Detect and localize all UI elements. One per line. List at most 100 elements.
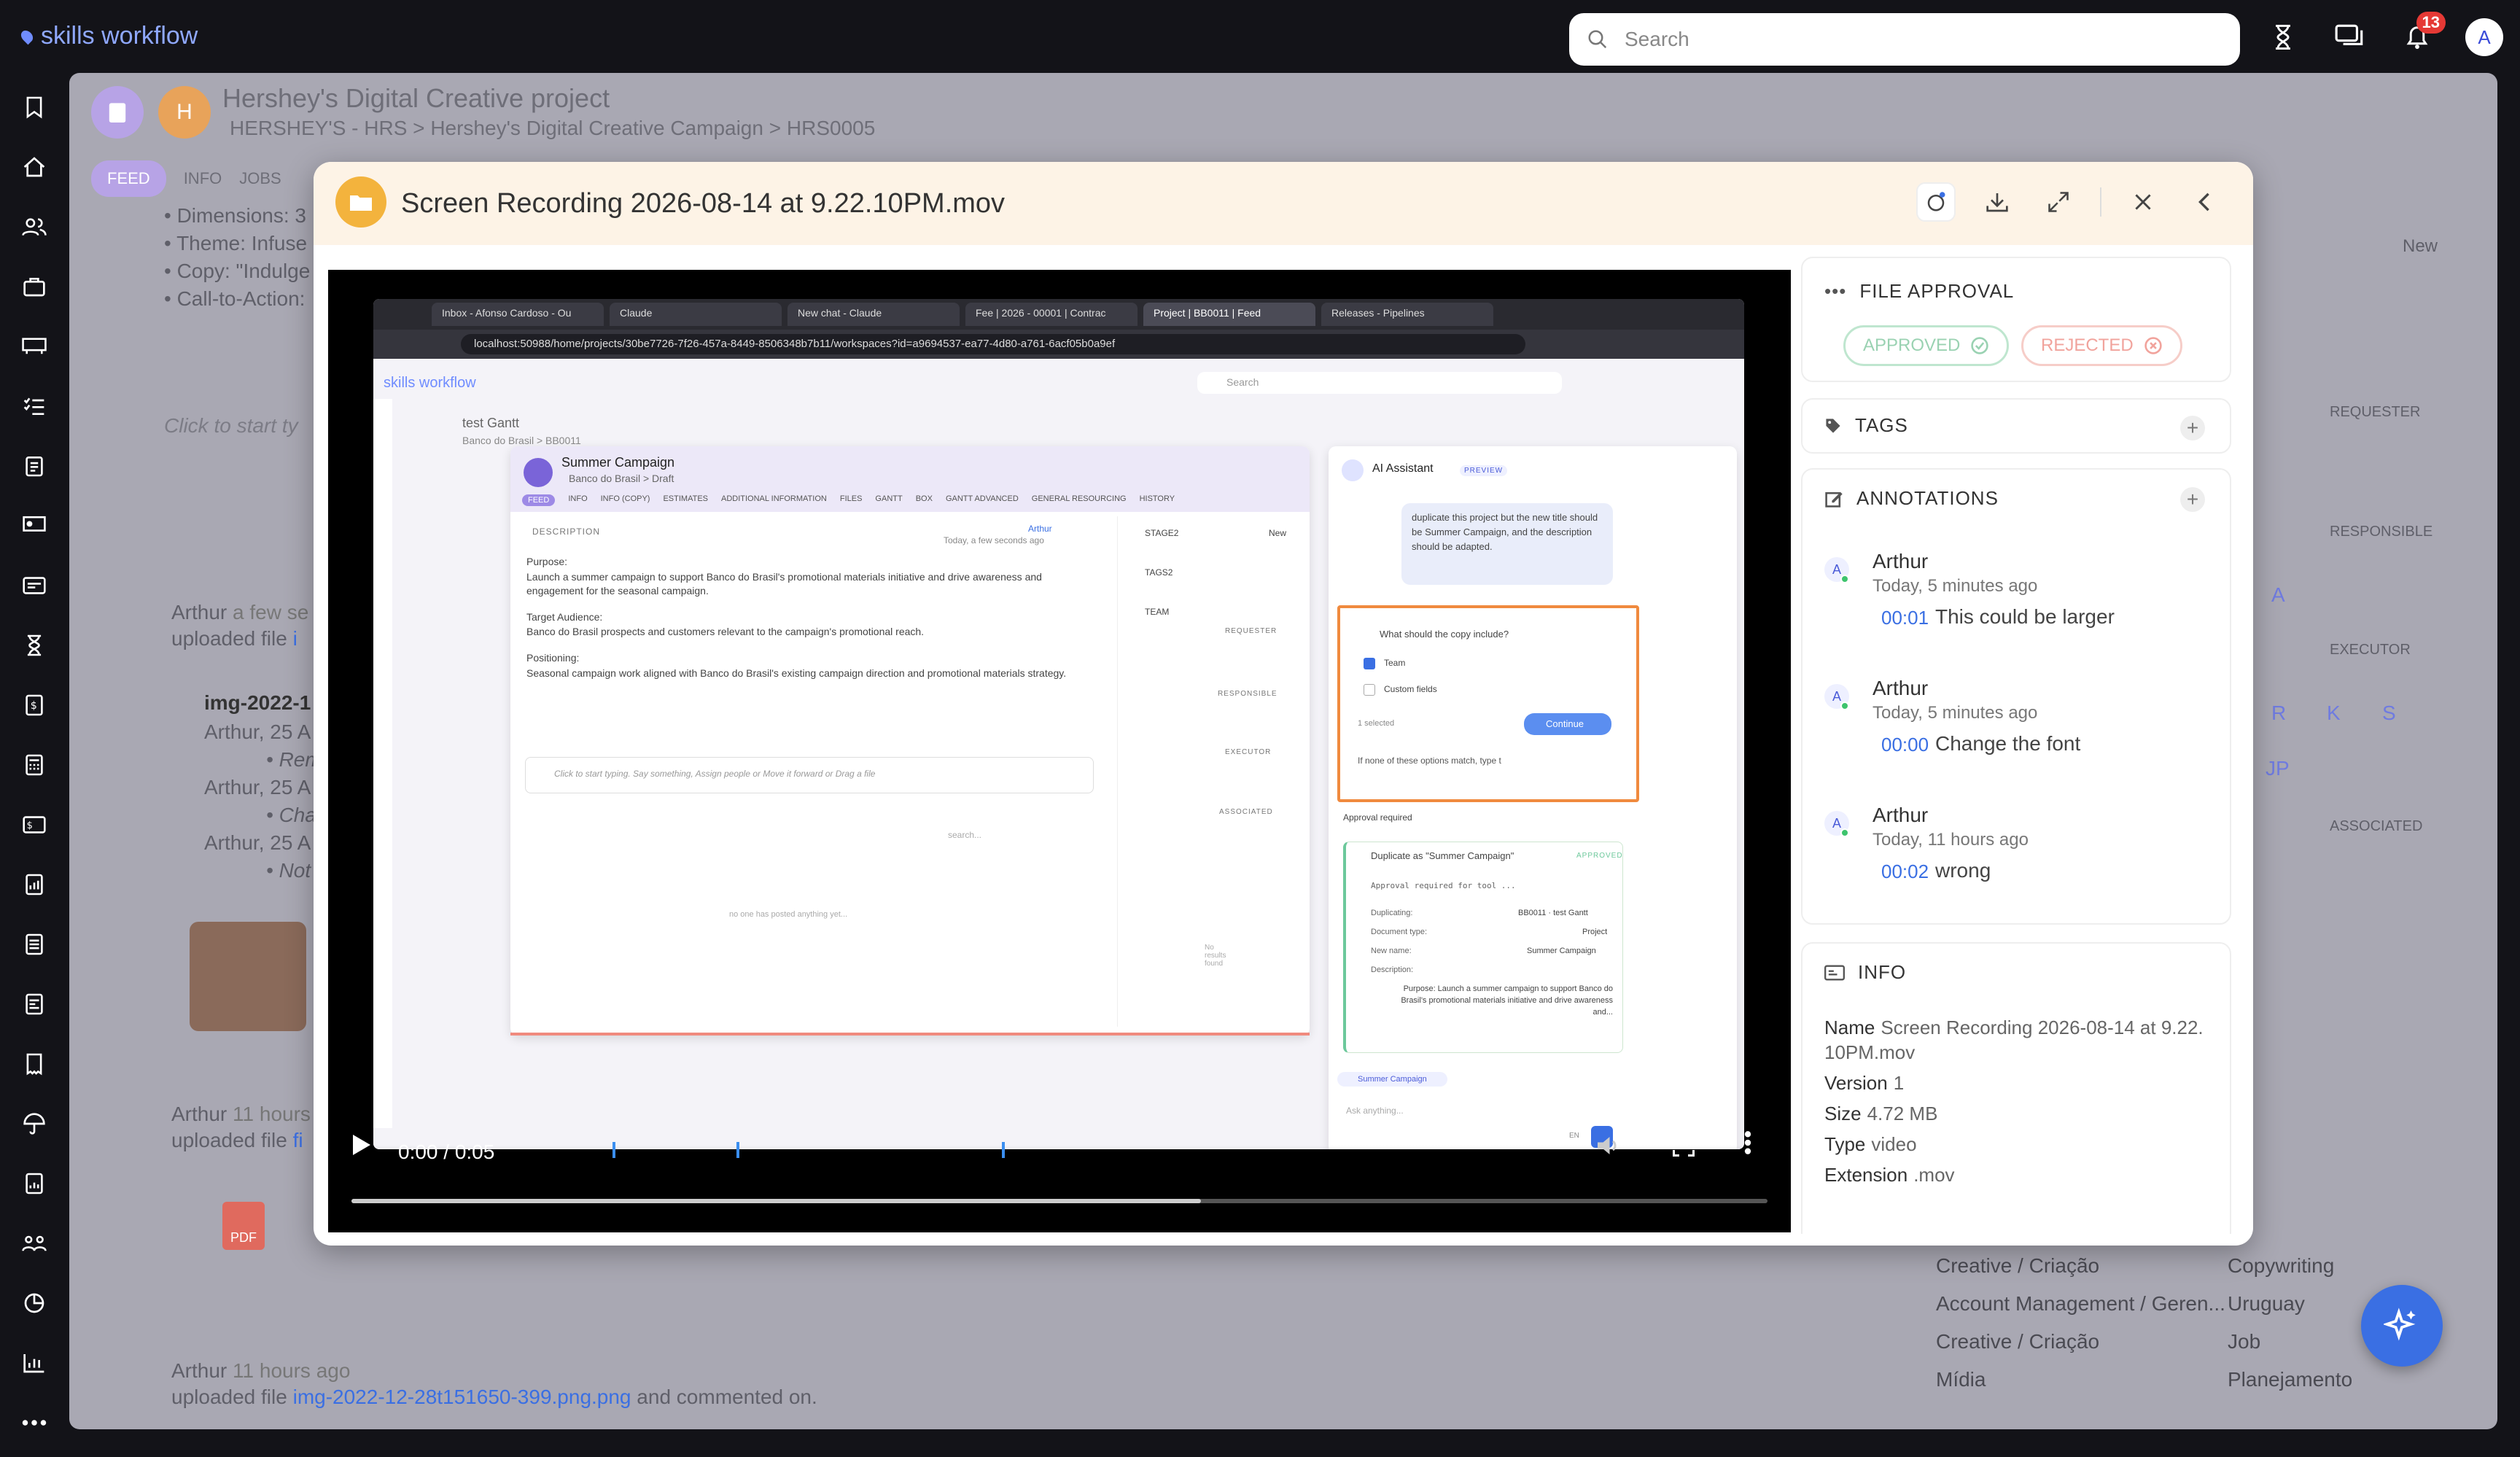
approve-button[interactable]: APPROVED bbox=[1843, 325, 2010, 366]
document-icon[interactable] bbox=[19, 929, 50, 960]
ai-dup-value: Project bbox=[1582, 928, 1608, 936]
browser-tab: Releases - Pipelines bbox=[1321, 303, 1493, 326]
add-annotation-button[interactable]: + bbox=[2180, 487, 2205, 512]
annotation-author: Arthur bbox=[1872, 677, 1929, 699]
checklist-icon[interactable] bbox=[19, 391, 50, 421]
avatar[interactable]: S bbox=[2382, 702, 2396, 725]
annotation-item[interactable]: A Arthur Today, 5 minutes ago 00:00 Chan… bbox=[1824, 677, 2204, 779]
receipt-icon[interactable] bbox=[19, 1049, 50, 1079]
add-tag-button[interactable]: + bbox=[2180, 416, 2205, 440]
campaign-tab: ADDITIONAL INFORMATION bbox=[721, 494, 827, 503]
svg-text:$: $ bbox=[31, 700, 37, 712]
annotation-timestamp-link[interactable]: 00:02 bbox=[1881, 860, 1929, 883]
card-icon[interactable]: $ bbox=[19, 809, 50, 840]
annotation-item[interactable]: A Arthur Today, 5 minutes ago 00:01 This… bbox=[1824, 550, 2204, 652]
online-indicator bbox=[1840, 828, 1849, 837]
campaign-tab: GANTT ADVANCED bbox=[945, 494, 1019, 503]
file-preview-modal: Screen Recording 2026-08-14 at 9.22.10PM… bbox=[314, 162, 2253, 1246]
client-avatar: H bbox=[158, 86, 211, 139]
tab-jobs[interactable]: JOBS bbox=[239, 160, 281, 197]
compose-input[interactable]: Click to start ty bbox=[164, 414, 298, 438]
project-type-icon bbox=[91, 86, 144, 139]
user-avatar[interactable]: A bbox=[2462, 15, 2507, 60]
purpose-text: Launch a summer campaign to support Banc… bbox=[526, 571, 1042, 597]
annotation-timestamp-link[interactable]: 00:00 bbox=[1881, 734, 1929, 756]
notifications-bell-icon[interactable]: 13 bbox=[2395, 12, 2446, 60]
close-button[interactable] bbox=[2123, 182, 2163, 222]
more-icon[interactable] bbox=[19, 1407, 50, 1438]
board-icon[interactable] bbox=[19, 331, 50, 362]
ai-assistant-button[interactable] bbox=[2361, 1285, 2443, 1367]
ai-user-message: duplicate this project but the new title… bbox=[1412, 512, 1598, 552]
presentation-icon[interactable] bbox=[19, 510, 50, 541]
ai-dup-label: Duplicating: bbox=[1371, 909, 1413, 917]
video-progress-bar[interactable] bbox=[351, 1199, 1768, 1203]
avatar[interactable]: JP bbox=[2266, 757, 2290, 780]
team-board-icon[interactable] bbox=[19, 1228, 50, 1259]
table-cell: Mídia bbox=[1936, 1368, 1986, 1391]
expand-button[interactable] bbox=[2039, 182, 2078, 222]
ai-dup-title: Duplicate as "Summer Campaign" bbox=[1371, 850, 1514, 861]
ai-dup-value: Summer Campaign bbox=[1527, 947, 1596, 955]
annotate-button[interactable] bbox=[1916, 182, 1956, 222]
table-cell: Copywriting bbox=[2228, 1254, 2335, 1277]
chat-icon[interactable] bbox=[2328, 15, 2373, 60]
annotation-item[interactable]: A Arthur Today, 11 hours ago 00:02 wrong bbox=[1824, 804, 2204, 906]
briefcase-icon[interactable] bbox=[19, 271, 50, 302]
app-logo[interactable]: skills workflow bbox=[18, 22, 198, 50]
annotation-marker[interactable] bbox=[1002, 1142, 1005, 1158]
reject-button[interactable]: REJECTED bbox=[2021, 325, 2182, 366]
avatar[interactable]: R bbox=[2271, 702, 2286, 725]
pdf-file-icon[interactable]: PDF bbox=[222, 1202, 265, 1250]
ai-option: Custom fields bbox=[1384, 684, 1437, 694]
tab-info[interactable]: INFO bbox=[184, 160, 222, 197]
fullscreen-button[interactable] bbox=[1673, 1135, 1695, 1157]
project-title: Hershey's Digital Creative project bbox=[222, 83, 610, 113]
search-placeholder: Search bbox=[1625, 28, 1689, 50]
breadcrumb-client[interactable]: HERSHEY'S - HRS bbox=[230, 117, 407, 139]
chevron-left-icon bbox=[2198, 193, 2209, 211]
quote-line: Arthur, 25 A bbox=[204, 776, 311, 799]
browser-tab: New chat - Claude bbox=[788, 303, 960, 326]
umbrella-icon[interactable] bbox=[19, 1108, 50, 1139]
breadcrumb-project-code[interactable]: HRS0005 bbox=[787, 117, 875, 139]
bar-chart-icon[interactable] bbox=[19, 1348, 50, 1378]
home-icon[interactable] bbox=[19, 152, 50, 182]
stage-status: New bbox=[1269, 528, 1287, 538]
collapse-panel-button[interactable] bbox=[2185, 182, 2224, 222]
executor-label: EXECUTOR bbox=[2330, 642, 2411, 658]
ticket-icon[interactable] bbox=[19, 570, 50, 601]
campaign-tab: GANTT bbox=[875, 494, 903, 503]
annotation-timestamp-link[interactable]: 00:01 bbox=[1881, 607, 1929, 629]
video-player[interactable]: Inbox - Afonso Cardoso - Ou Claude New c… bbox=[328, 270, 1791, 1232]
avatar[interactable]: A bbox=[2271, 583, 2285, 607]
hourglass-icon[interactable] bbox=[19, 630, 50, 661]
play-button[interactable] bbox=[351, 1133, 372, 1157]
annotation-marker[interactable] bbox=[612, 1142, 615, 1158]
report-icon[interactable] bbox=[19, 869, 50, 900]
mute-button[interactable] bbox=[1595, 1135, 1622, 1157]
video-menu-button[interactable] bbox=[1744, 1130, 1751, 1155]
divider bbox=[2100, 187, 2101, 217]
timer-icon[interactable] bbox=[2260, 15, 2306, 60]
avatar[interactable]: K bbox=[2327, 702, 2341, 725]
annotation-marker[interactable] bbox=[736, 1142, 739, 1158]
annotation-text: wrong bbox=[1935, 859, 1991, 882]
tab-feed[interactable]: FEED bbox=[91, 160, 166, 197]
bookmark-icon[interactable] bbox=[19, 92, 50, 123]
calculator-icon[interactable] bbox=[19, 750, 50, 780]
breadcrumb-campaign[interactable]: Hershey's Digital Creative Campaign bbox=[430, 117, 763, 139]
invoice-icon[interactable]: $ bbox=[19, 690, 50, 720]
clipboard-icon[interactable] bbox=[19, 451, 50, 481]
download-button[interactable] bbox=[1978, 182, 2017, 222]
global-search-input[interactable]: Search bbox=[1569, 13, 2240, 66]
video-frame: Inbox - Afonso Cardoso - Ou Claude New c… bbox=[373, 299, 1744, 1149]
pie-chart-icon[interactable] bbox=[19, 1288, 50, 1318]
people-icon[interactable] bbox=[19, 211, 50, 242]
role-label: ASSOCIATED bbox=[1219, 808, 1273, 816]
file-list-icon[interactable] bbox=[19, 989, 50, 1019]
post-header: Arthur a few se bbox=[171, 601, 309, 623]
stats-document-icon[interactable] bbox=[19, 1168, 50, 1199]
image-thumbnail[interactable] bbox=[190, 922, 306, 1031]
recorded-logo: skills workflow bbox=[384, 375, 476, 391]
